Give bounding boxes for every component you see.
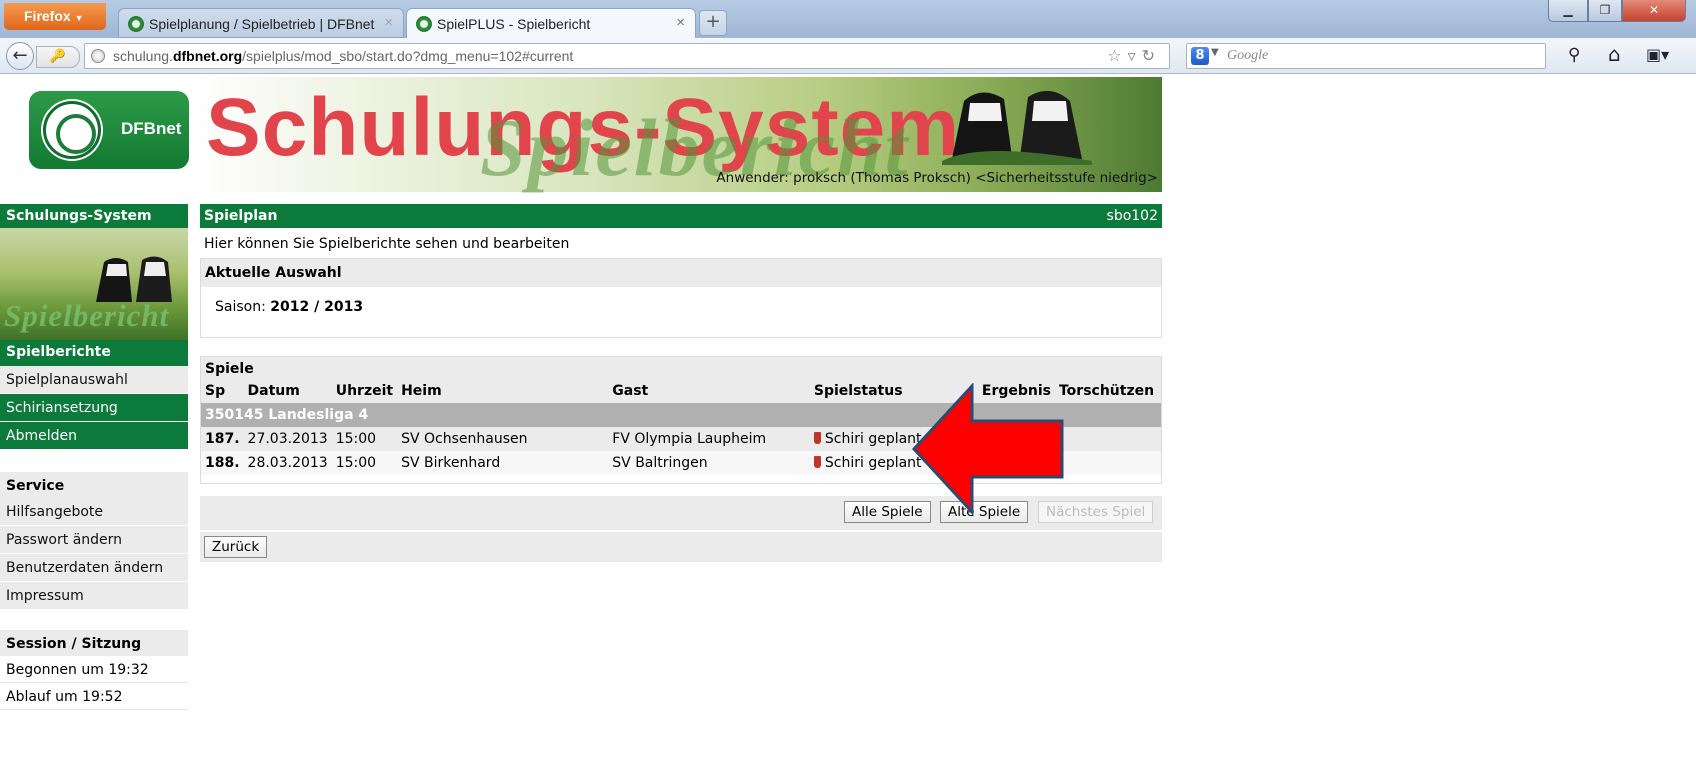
football-boots-icon: [942, 90, 1092, 165]
dfb-favicon-icon: [128, 16, 144, 32]
sidebar-item-spielplanauswahl[interactable]: Spielplanauswahl: [0, 366, 188, 394]
game-status-label: Schiri geplant: [824, 455, 922, 471]
game-date: 27.03.2013: [243, 427, 332, 451]
guest-team: SV Baltringen: [608, 451, 810, 475]
minimize-icon[interactable]: ▁: [1548, 0, 1588, 22]
tab-label: Spielplanung / Spielbetrieb | DFBnet: [149, 16, 375, 32]
sidebar-item-abmelden[interactable]: Abmelden: [0, 422, 188, 450]
chevron-down-icon: ▼: [74, 13, 84, 23]
game-date: 28.03.2013: [243, 451, 332, 475]
tab-dfbnet[interactable]: Spielplanung / Spielbetrieb | DFBnet ×: [118, 8, 404, 38]
tab-label: SpielPLUS - Spielbericht: [437, 16, 591, 32]
game-number[interactable]: 188.: [205, 455, 240, 471]
home-team: SV Ochsenhausen: [397, 427, 609, 451]
sidebar: Schulungs-System Spielbericht Spielberic…: [0, 204, 188, 710]
sidebar-item-hilfsangebote[interactable]: Hilfsangebote: [0, 498, 188, 526]
season-line: Saison: 2012 / 2013: [201, 287, 1161, 315]
guest-team: FV Olympia Laupheim: [608, 427, 810, 451]
page-header: Spielplan sbo102: [200, 204, 1162, 228]
firefox-menu-button[interactable]: Firefox ▼: [4, 3, 106, 30]
sidebar-image: Spielbericht: [0, 228, 188, 340]
dfb-emblem-icon: [43, 101, 101, 159]
reload-icon[interactable]: ↻: [1142, 46, 1161, 65]
sidebar-section-spielberichte[interactable]: Spielberichte: [0, 340, 188, 366]
url-bar[interactable]: schulung.dfbnet.org/spielplus/mod_sbo/st…: [84, 43, 1170, 69]
red-arrow-annotation-icon: [912, 383, 1064, 515]
sidebar-image-title: Spielbericht: [4, 298, 170, 333]
selection-title: Aktuelle Auswahl: [201, 259, 1161, 287]
close-tab-icon[interactable]: ×: [384, 14, 393, 31]
col-sp: Sp: [201, 379, 244, 403]
close-window-icon[interactable]: ✕: [1622, 0, 1686, 22]
dropdown-icon[interactable]: ▿: [1128, 46, 1142, 65]
col-gast: Gast: [608, 379, 810, 403]
status-flag-icon: [813, 456, 821, 468]
col-datum: Datum: [243, 379, 332, 403]
sidebar-item-benutzerdaten-aendern[interactable]: Benutzerdaten ändern: [0, 554, 188, 582]
window-controls: ▁ ❐ ✕: [1548, 0, 1690, 22]
game-number[interactable]: 187.: [205, 431, 240, 447]
games-title: Spiele: [201, 357, 1161, 379]
url-bar-actions: ☆▿↻: [1107, 46, 1161, 65]
season-value: 2012 / 2013: [270, 299, 364, 315]
bookmarks-icon[interactable]: ▣▾: [1646, 45, 1669, 64]
game-time: 15:00: [331, 427, 398, 451]
new-tab-button[interactable]: +: [699, 10, 727, 36]
back-button[interactable]: Zurück: [204, 536, 268, 558]
navigation-bar: ← 🔑 schulung.dfbnet.org/spielplus/mod_sb…: [0, 38, 1696, 74]
sidebar-item-schiriansetzung[interactable]: Schiriansetzung: [0, 394, 188, 422]
dfbnet-logo: DFBnet: [29, 91, 189, 169]
star-icon[interactable]: ☆: [1107, 46, 1127, 65]
sidebar-item-impressum[interactable]: Impressum: [0, 582, 188, 610]
col-torschuetzen: Torschützen: [1054, 379, 1161, 403]
sidebar-service-title: Service: [0, 472, 188, 498]
dfb-favicon-icon: [416, 16, 432, 32]
firefox-menu-label: Firefox: [24, 8, 71, 24]
sidebar-session-title: Session / Sitzung: [0, 630, 188, 656]
back-arrow-icon[interactable]: ←: [6, 42, 34, 70]
game-status-label: Schiri geplant: [824, 431, 922, 447]
tab-spielplus[interactable]: SpielPLUS - Spielbericht ×: [406, 8, 696, 38]
session-expiry-time: Ablauf um 19:52: [0, 683, 188, 710]
maximize-icon[interactable]: ❐: [1588, 0, 1622, 22]
current-selection-panel: Aktuelle Auswahl Saison: 2012 / 2013: [200, 258, 1162, 338]
site-identity-key-icon[interactable]: 🔑: [36, 46, 80, 68]
sidebar-item-passwort-aendern[interactable]: Passwort ändern: [0, 526, 188, 554]
page-banner: DFBnet Schulungs-System Spielbericht Anw…: [0, 77, 1162, 193]
back-bar: Zurück: [200, 532, 1162, 562]
home-team: SV Birkenhard: [397, 451, 609, 475]
user-info: Anwender: proksch (Thomas Proksch) <Sich…: [716, 170, 1158, 186]
url-text[interactable]: schulung.dfbnet.org/spielplus/mod_sbo/st…: [113, 48, 573, 64]
col-heim: Heim: [397, 379, 609, 403]
search-placeholder: Google: [1227, 48, 1269, 63]
status-flag-icon: [813, 432, 821, 444]
home-icon[interactable]: ⌂: [1608, 42, 1621, 66]
search-bar[interactable]: 8 ▼ Google: [1186, 43, 1546, 69]
globe-icon: [91, 49, 105, 63]
session-start-time: Begonnen um 19:32: [0, 656, 188, 683]
browser-titlebar: Firefox ▼ Spielplanung / Spielbetrieb | …: [0, 0, 1696, 38]
page-intro: Hier können Sie Spielberichte sehen und …: [204, 236, 570, 252]
chevron-down-icon[interactable]: ▼: [1211, 47, 1219, 58]
page-code: sbo102: [1106, 208, 1158, 224]
search-icon[interactable]: ⚲: [1568, 45, 1580, 65]
logo-text: DFBnet: [121, 119, 182, 138]
season-label: Saison:: [215, 299, 266, 315]
page-title: Spielplan: [204, 208, 278, 224]
game-time: 15:00: [331, 451, 398, 475]
sidebar-title: Schulungs-System: [0, 204, 188, 228]
close-tab-icon[interactable]: ×: [676, 14, 685, 31]
google-engine-icon[interactable]: 8: [1191, 47, 1209, 65]
col-uhrzeit: Uhrzeit: [331, 379, 398, 403]
